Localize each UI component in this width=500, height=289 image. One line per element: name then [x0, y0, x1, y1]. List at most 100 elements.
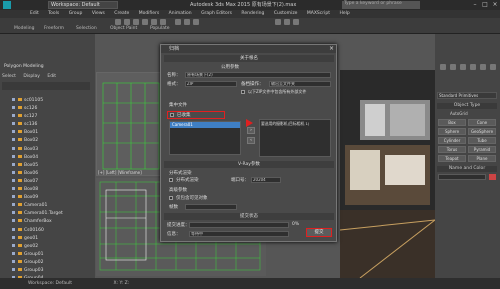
- list-item[interactable]: Group02: [12, 259, 92, 267]
- pyramid-button[interactable]: Pyramid: [468, 146, 496, 153]
- tab-display[interactable]: Display: [23, 74, 40, 79]
- object-name-field[interactable]: [438, 174, 486, 180]
- close-window-button[interactable]: ×: [490, 1, 500, 9]
- render-setup-icon[interactable]: [275, 19, 281, 25]
- list-item[interactable]: Box06: [12, 170, 92, 178]
- section-header-2[interactable]: V-Ray参数: [164, 161, 334, 168]
- menu-item[interactable]: Help: [339, 11, 349, 16]
- name-field[interactable]: 原有场景下(2): [185, 72, 331, 78]
- eye-icon[interactable]: [12, 146, 15, 150]
- snap-icon[interactable]: [175, 19, 181, 25]
- port-field[interactable]: 20204: [251, 177, 281, 183]
- eye-icon[interactable]: [12, 243, 15, 247]
- tab-edit[interactable]: Edit: [47, 74, 56, 79]
- camera-list-left[interactable]: Camera01: [169, 121, 241, 155]
- list-item[interactable]: Box07: [12, 178, 92, 186]
- list-item[interactable]: sc01105: [12, 97, 92, 105]
- minimize-button[interactable]: –: [470, 1, 480, 9]
- sphere-button[interactable]: Sphere: [438, 128, 466, 135]
- eye-icon[interactable]: [12, 227, 15, 231]
- box-button[interactable]: Box: [438, 119, 466, 126]
- viewport-label-left[interactable]: [+] [Left] [Wireframe]: [98, 170, 142, 175]
- list-item[interactable]: Box04: [12, 154, 92, 162]
- eye-icon[interactable]: [12, 219, 15, 223]
- menu-item[interactable]: Modifiers: [139, 11, 160, 16]
- menu-item[interactable]: Views: [92, 11, 105, 16]
- teapot-button[interactable]: Teapot: [438, 155, 466, 162]
- include-external-checkbox[interactable]: [241, 90, 245, 94]
- hierarchy-icon[interactable]: [460, 64, 466, 70]
- list-item-selected[interactable]: Camera01: [170, 122, 240, 128]
- move-icon[interactable]: [142, 19, 148, 25]
- scale-icon[interactable]: [160, 19, 166, 25]
- eye-icon[interactable]: [12, 203, 15, 207]
- eye-icon[interactable]: [12, 267, 15, 271]
- render-icon[interactable]: [284, 19, 290, 25]
- list-item[interactable]: Cs00160: [12, 227, 92, 235]
- modify-icon[interactable]: [450, 64, 456, 70]
- list-item[interactable]: ChamferBox: [12, 218, 92, 226]
- close-icon[interactable]: ×: [329, 45, 334, 53]
- mirror-icon[interactable]: [184, 19, 190, 25]
- eye-icon[interactable]: [12, 154, 15, 158]
- list-item[interactable]: Group01: [12, 251, 92, 259]
- list-item[interactable]: Camera01.Target: [12, 210, 92, 218]
- dist-render-checkbox[interactable]: [169, 178, 173, 182]
- eye-icon[interactable]: [12, 162, 15, 166]
- eye-icon[interactable]: [12, 98, 15, 101]
- section-header-3[interactable]: 提交状态: [164, 213, 334, 220]
- eye-icon[interactable]: [12, 122, 15, 126]
- camera-list-right[interactable]: 要选用的摄影机(目标相机 1): [259, 119, 331, 157]
- align-icon[interactable]: [193, 19, 199, 25]
- tab-select[interactable]: Select: [2, 74, 16, 79]
- eye-icon[interactable]: [12, 187, 15, 191]
- list-item[interactable]: Box02: [12, 137, 92, 145]
- eye-icon[interactable]: [12, 235, 15, 239]
- eye-icon[interactable]: [12, 114, 15, 118]
- menu-item[interactable]: Group: [69, 11, 83, 16]
- frames-field[interactable]: [185, 204, 237, 210]
- collected-checkbox[interactable]: [170, 113, 174, 117]
- torus-button[interactable]: Torus: [438, 146, 466, 153]
- move-left-button[interactable]: ‹: [247, 137, 255, 144]
- list-item[interactable]: Group03: [12, 267, 92, 275]
- list-item[interactable]: sc136: [12, 121, 92, 129]
- plane-button[interactable]: Plane: [468, 155, 496, 162]
- maximize-button[interactable]: □: [480, 1, 490, 9]
- motion-icon[interactable]: [470, 64, 476, 70]
- eye-icon[interactable]: [12, 106, 15, 110]
- utilities-icon[interactable]: [490, 64, 496, 70]
- format-dropdown[interactable]: ZIP: [185, 81, 237, 87]
- list-item[interactable]: Box08: [12, 186, 92, 194]
- object-type-rollout[interactable]: Object Type: [437, 103, 497, 109]
- tube-button[interactable]: Tube: [468, 137, 496, 144]
- app-logo-icon[interactable]: [3, 1, 11, 9]
- name-color-rollout[interactable]: Name and Color: [437, 166, 497, 172]
- menu-item[interactable]: Edit: [30, 11, 39, 16]
- cone-button[interactable]: Cone: [468, 119, 496, 126]
- redo-icon[interactable]: [124, 19, 130, 25]
- display-icon[interactable]: [480, 64, 486, 70]
- visible-only-checkbox[interactable]: [169, 196, 173, 200]
- eye-icon[interactable]: [12, 178, 15, 182]
- menu-item[interactable]: Animation: [169, 11, 192, 16]
- autogrid-checkbox[interactable]: AutoGrid: [450, 111, 468, 116]
- eye-icon[interactable]: [12, 195, 15, 199]
- eye-icon[interactable]: [12, 211, 15, 215]
- search-input[interactable]: Type a keyword or phrase: [342, 1, 420, 9]
- list-item[interactable]: geo01: [12, 235, 92, 243]
- list-item[interactable]: geo02: [12, 243, 92, 251]
- eye-icon[interactable]: [12, 259, 15, 263]
- viewport-perspective[interactable]: [339, 70, 436, 279]
- list-item[interactable]: Box09: [12, 194, 92, 202]
- rotate-icon[interactable]: [151, 19, 157, 25]
- primitives-dropdown[interactable]: Standard Primitives: [437, 92, 497, 99]
- menu-item[interactable]: Graph Editors: [201, 11, 232, 16]
- move-right-button[interactable]: ›: [247, 127, 255, 134]
- eye-icon[interactable]: [12, 130, 15, 134]
- menu-item[interactable]: Rendering: [241, 11, 264, 16]
- menu-item[interactable]: Create: [114, 11, 129, 16]
- menu-item[interactable]: MAXScript: [307, 11, 330, 16]
- render-frame-icon[interactable]: [293, 19, 299, 25]
- list-item[interactable]: Box01: [12, 129, 92, 137]
